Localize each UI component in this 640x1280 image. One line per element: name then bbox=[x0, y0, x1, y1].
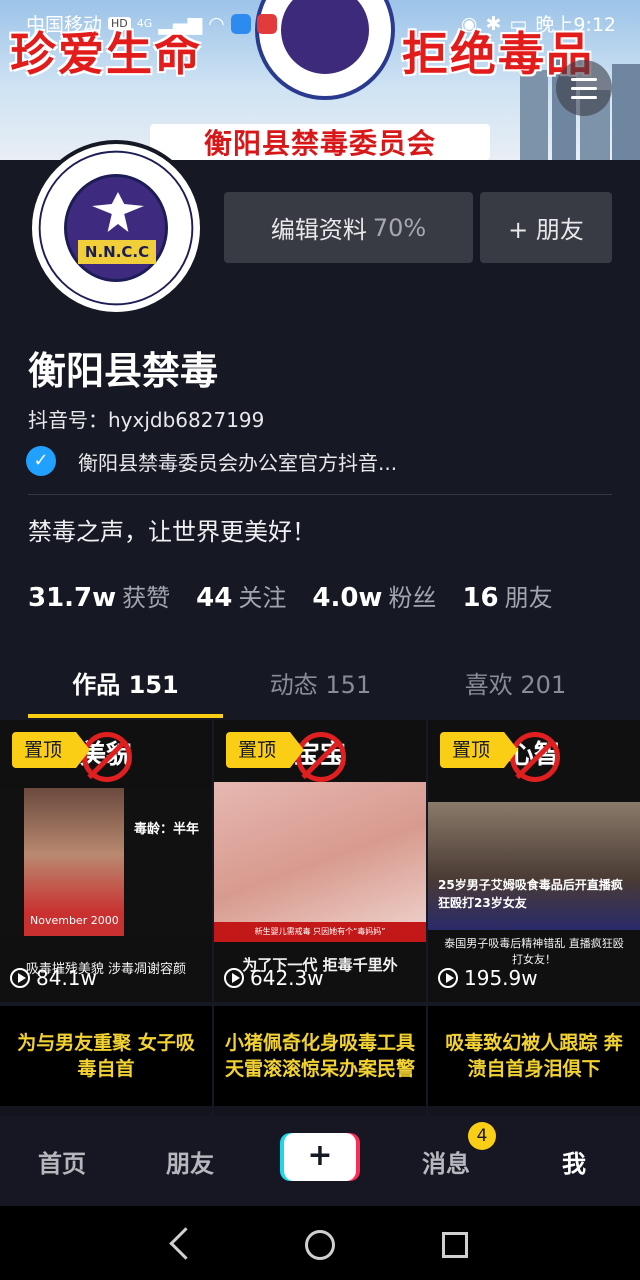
divider bbox=[28, 494, 612, 495]
video-thumbnail[interactable]: 小猪佩奇化身吸毒工具 天雷滚滚惊呆办案民警 bbox=[214, 1006, 426, 1116]
signal-icon: ▂▄▆ bbox=[158, 12, 203, 35]
play-icon bbox=[438, 968, 458, 988]
recent-apps-icon[interactable] bbox=[442, 1232, 468, 1258]
wifi-icon: ◠ bbox=[208, 12, 225, 35]
messages-badge: 4 bbox=[468, 1122, 496, 1150]
carrier-label: 中国移动 bbox=[26, 14, 103, 36]
add-friend-label: + 朋友 bbox=[508, 216, 584, 244]
add-friend-button[interactable]: + 朋友 bbox=[480, 192, 612, 263]
play-count: 642.3w bbox=[224, 966, 324, 990]
verified-text: 衡阳县禁毒委员会办公室官方抖音... bbox=[78, 450, 398, 475]
bluetooth-icon: ✱ bbox=[485, 12, 502, 35]
tab-works[interactable]: 作品 151 bbox=[28, 660, 223, 718]
avatar-emblem bbox=[64, 174, 168, 282]
active-tab-indicator bbox=[28, 714, 223, 718]
stat-friends[interactable]: 16 朋友 bbox=[462, 578, 552, 613]
banner-org-name: 衡阳县禁毒委员会 bbox=[150, 124, 490, 160]
avatar-nncc-label: N.N.C.C bbox=[78, 240, 156, 264]
play-count: 195.9w bbox=[438, 966, 538, 990]
video-thumbnail[interactable]: 宝宝 新生婴儿需戒毒 只因她有个“毒妈妈” 置顶 为了下一代 拒毒千里外 642… bbox=[214, 720, 426, 1002]
nav-home[interactable]: 首页 bbox=[38, 1144, 86, 1179]
video-thumbnail[interactable]: 心智 25岁男子艾姆吸食毒品后开直播疯狂殴打23岁女友 置顶 泰国男子吸毒后精神… bbox=[428, 720, 640, 1002]
home-icon[interactable] bbox=[305, 1230, 335, 1260]
video-title: 小猪佩奇化身吸毒工具 天雷滚滚惊呆办案民警 bbox=[224, 1032, 415, 1080]
content-tabs: 作品 151 动态 151 喜欢 201 bbox=[0, 660, 640, 718]
pinned-badge: 置顶 bbox=[226, 732, 305, 768]
stat-followers[interactable]: 4.0w 粉丝 bbox=[312, 578, 436, 613]
hamburger-icon bbox=[571, 77, 597, 81]
clock: 晚上9:12 bbox=[535, 14, 616, 36]
hd-badge: HD bbox=[108, 17, 131, 30]
baby-image: 新生婴儿需戒毒 只因她有个“毒妈妈” bbox=[214, 782, 426, 942]
edit-profile-button[interactable]: 编辑资料 70% bbox=[224, 192, 473, 263]
network-type: 4G bbox=[136, 17, 153, 30]
nav-friends[interactable]: 朋友 bbox=[166, 1144, 214, 1179]
video-title: 为与男友重聚 女子吸毒自首 bbox=[17, 1032, 195, 1080]
video-thumbnail[interactable]: 吸毒致幻被人跟踪 奔溃自首身泪俱下 bbox=[428, 1006, 640, 1116]
nav-messages[interactable]: 消息 bbox=[422, 1144, 470, 1179]
pinned-badge: 置顶 bbox=[440, 732, 519, 768]
app-notification-icon bbox=[230, 13, 251, 34]
tab-likes[interactable]: 喜欢 201 bbox=[418, 660, 613, 718]
back-icon[interactable] bbox=[172, 1230, 194, 1258]
douyin-id: 抖音号：hyxjdb6827199 bbox=[28, 408, 265, 432]
video-detail: 新生婴儿需戒毒 只因她有个“毒妈妈” bbox=[214, 922, 426, 942]
menu-button[interactable] bbox=[556, 60, 612, 116]
create-video-button[interactable]: + bbox=[284, 1133, 356, 1181]
avatar[interactable]: N.N.C.C bbox=[28, 140, 204, 316]
video-thumbnail[interactable]: 美貌 November 2000 毒龄：半年 置顶 吸毒摧残美貌 涉毒凋谢容颜 … bbox=[0, 720, 212, 1002]
status-bar: 中国移动 HD 4G ▂▄▆ ◠ ◉ ✱ ▭ 晚上9:12 bbox=[0, 0, 640, 44]
eye-icon: ◉ bbox=[460, 12, 478, 35]
verified-check-icon: ✓ bbox=[26, 446, 56, 476]
profile-stats: 31.7w 获赞 44 关注 4.0w 粉丝 16 朋友 bbox=[28, 578, 553, 613]
video-title: 吸毒致幻被人跟踪 奔溃自首身泪俱下 bbox=[445, 1032, 623, 1080]
verification-row[interactable]: ✓ 衡阳县禁毒委员会办公室官方抖音... bbox=[26, 446, 397, 476]
battery-icon: ▭ bbox=[509, 12, 528, 35]
profile-name: 衡阳县禁毒 bbox=[28, 349, 219, 393]
profile-bio: 禁毒之声，让世界更美好！ bbox=[28, 518, 316, 546]
video-caption: 泰国男子吸毒后精神错乱 直播疯狂殴打女友！ bbox=[444, 937, 624, 966]
stat-following[interactable]: 44 关注 bbox=[196, 578, 286, 613]
stat-likes[interactable]: 31.7w 获赞 bbox=[28, 578, 170, 613]
system-navigation-bar bbox=[0, 1206, 640, 1280]
video-detail: 毒龄：半年 bbox=[134, 822, 200, 837]
play-icon bbox=[10, 968, 30, 988]
app-notification-icon bbox=[256, 13, 277, 34]
tab-posts[interactable]: 动态 151 bbox=[223, 660, 418, 718]
play-icon bbox=[224, 968, 244, 988]
photo-tag: November 2000 bbox=[30, 914, 119, 927]
bottom-navigation: 首页 朋友 + 消息 4 我 bbox=[0, 1106, 640, 1206]
edit-profile-label: 编辑资料 bbox=[270, 216, 367, 244]
banner-building bbox=[612, 64, 640, 160]
video-still-image: 25岁男子艾姆吸食毒品后开直播疯狂殴打23岁女友 bbox=[428, 802, 640, 930]
video-thumbnail[interactable]: 为与男友重聚 女子吸毒自首 bbox=[0, 1006, 212, 1116]
nav-me[interactable]: 我 bbox=[562, 1144, 586, 1179]
pinned-badge: 置顶 bbox=[12, 732, 91, 768]
edit-profile-percent: 70% bbox=[372, 213, 427, 242]
play-count: 84.1w bbox=[10, 966, 97, 990]
video-detail: 25岁男子艾姆吸食毒品后开直播疯狂殴打23岁女友 bbox=[438, 878, 623, 910]
